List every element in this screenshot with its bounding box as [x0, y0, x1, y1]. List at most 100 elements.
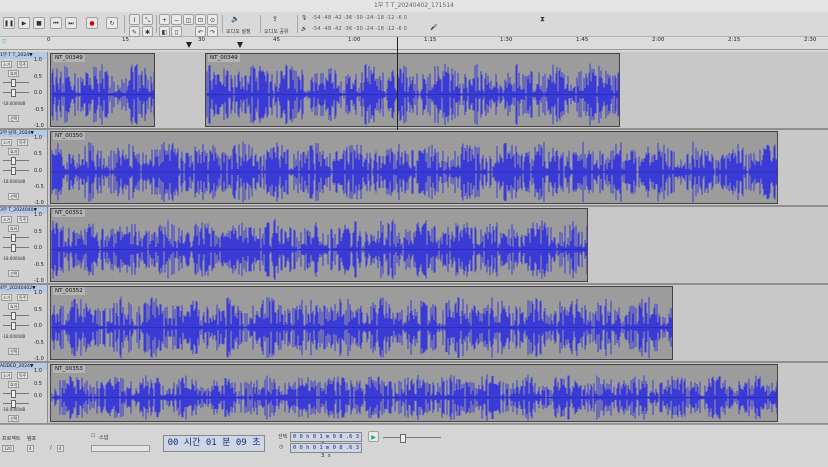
gain-slider[interactable]	[3, 393, 29, 394]
select-track-button[interactable]: 선택	[8, 415, 20, 422]
redo-icon[interactable]: ↷	[207, 26, 218, 37]
clip-name[interactable]: NT_00349	[53, 54, 85, 62]
zoom-out-icon[interactable]: −	[171, 14, 182, 25]
trim-icon[interactable]: ◧	[159, 26, 170, 37]
effects-button[interactable]: 효과	[8, 381, 20, 388]
record-icon[interactable]: ●	[86, 17, 98, 29]
speed-slider-thumb[interactable]	[400, 434, 406, 443]
pan-slider-thumb[interactable]	[11, 322, 16, 330]
audio-track[interactable]: 2부 남자_2024▼ 소거 독주 효과 -18.0000dB 선택 1.0 0.…	[0, 130, 828, 207]
pan-slider[interactable]	[3, 92, 29, 93]
waveform[interactable]	[51, 373, 778, 422]
silence-icon[interactable]: ▯	[171, 26, 182, 37]
effects-button[interactable]: 효과	[8, 303, 20, 310]
gain-slider-thumb[interactable]	[11, 312, 16, 320]
waveform[interactable]	[206, 62, 620, 127]
clip-name[interactable]: NT_00349	[208, 54, 240, 62]
mute-button[interactable]: 소거	[1, 61, 13, 68]
gain-slider-thumb[interactable]	[11, 157, 16, 165]
mute-button[interactable]: 소거	[1, 372, 13, 379]
playback-meter-scale[interactable]: -54 -48 -42 -36 -30 -24 -18 -12 -6 0	[312, 26, 407, 32]
solo-button[interactable]: 독주	[17, 372, 29, 379]
waveform[interactable]	[51, 140, 778, 204]
speed-slider[interactable]	[383, 437, 441, 438]
audio-clip[interactable]: NT_00352	[50, 286, 673, 360]
skip-end-icon[interactable]: ⏭	[65, 17, 77, 29]
tempo-input[interactable]: 120	[2, 445, 14, 452]
audio-clip[interactable]: NT_00351	[50, 208, 588, 282]
gain-slider[interactable]	[3, 237, 29, 238]
skip-start-icon[interactable]: ⏮	[50, 17, 62, 29]
share-audio-button[interactable]: 오디오 공유	[264, 28, 289, 35]
audio-track[interactable]: ADDED_2024▼ 소거 독주 효과 -18.0000dB 선택 1.0 0.…	[0, 363, 828, 425]
track-control-panel[interactable]: 4부_20240402▼ 소거 독주 효과 -18.0000dB 선택 1.0 0…	[0, 285, 48, 362]
playhead-marker-icon[interactable]	[237, 42, 243, 48]
draw-tool-icon[interactable]: ✎	[129, 26, 140, 37]
select-track-button[interactable]: 선택	[8, 115, 20, 122]
gain-slider[interactable]	[3, 160, 29, 161]
waveform[interactable]	[51, 295, 673, 360]
meter-denominator-select[interactable]: 4	[57, 445, 64, 452]
pan-slider[interactable]	[3, 403, 29, 404]
effects-button[interactable]: 효과	[8, 148, 20, 155]
pan-slider-thumb[interactable]	[11, 244, 16, 252]
stop-icon[interactable]: ■	[33, 17, 45, 29]
gain-slider-thumb[interactable]	[11, 390, 16, 398]
waveform[interactable]	[51, 62, 155, 127]
clip-name[interactable]: NT_00350	[53, 132, 85, 140]
snap-checkbox[interactable]: ☐	[91, 433, 95, 439]
pause-icon[interactable]: ❚❚	[3, 17, 15, 29]
mute-button[interactable]: 소거	[1, 294, 13, 301]
audio-clip[interactable]: NT_00353	[50, 364, 778, 422]
track-control-panel[interactable]: 1부 T T_2024▼ 소거 독주 효과 -18.0000dB 선택 1.0 0…	[0, 52, 48, 129]
audio-clip[interactable]: NT_00350	[50, 131, 778, 204]
audio-setup-button[interactable]: 오디오 설정	[226, 28, 251, 35]
effects-button[interactable]: 효과	[8, 70, 20, 77]
speaker-icon[interactable]: 🔈	[231, 15, 240, 23]
audio-clip[interactable]: NT_00349	[205, 53, 620, 127]
solo-button[interactable]: 독주	[17, 139, 29, 146]
record-meter-scale[interactable]: -54 -48 -42 -36 -30 -24 -18 -12 -6 0	[312, 15, 407, 21]
track-control-panel[interactable]: ADDED_2024▼ 소거 독주 효과 -18.0000dB 선택 1.0 0.…	[0, 363, 48, 423]
share-icon[interactable]: ⇪	[272, 15, 278, 23]
solo-button[interactable]: 독주	[17, 216, 29, 223]
track-control-panel[interactable]: 2부 남자_2024▼ 소거 독주 효과 -18.0000dB 선택 1.0 0.…	[0, 130, 48, 206]
selection-start-time[interactable]: 0 0 h 0 1 m 0 8 .6 3 3 s	[290, 432, 362, 448]
pan-slider[interactable]	[3, 325, 29, 326]
audio-clip[interactable]: NT_00349	[50, 53, 155, 127]
timeline-ruler[interactable]: ▽ 0 15 30 45 1:00 1:15 1:30 1:45 2:00 2:…	[0, 37, 828, 50]
monitor-icon[interactable]: ⧗	[540, 15, 545, 24]
track-control-panel[interactable]: 3부 T_2024040▼ 소거 독주 효과 -18.0000dB 선택 1.0…	[0, 207, 48, 284]
time-display[interactable]: 00 시간 01 분 09 초	[163, 435, 265, 452]
clip-name[interactable]: NT_00353	[53, 365, 85, 373]
zoom-in-icon[interactable]: +	[159, 14, 170, 25]
play-icon[interactable]: ▶	[18, 17, 30, 29]
pan-slider-thumb[interactable]	[11, 89, 16, 97]
zoom-selection-icon[interactable]: ◫	[183, 14, 194, 25]
select-tool-icon[interactable]: I	[129, 14, 140, 25]
gain-slider-thumb[interactable]	[11, 234, 16, 242]
undo-icon[interactable]: ↶	[195, 26, 206, 37]
mute-button[interactable]: 소거	[1, 216, 13, 223]
envelope-tool-icon[interactable]: ⤡	[142, 14, 153, 25]
select-track-button[interactable]: 선택	[8, 270, 20, 277]
select-track-button[interactable]: 선택	[8, 348, 20, 355]
zoom-toggle-icon[interactable]: ⊙	[207, 14, 218, 25]
mute-button[interactable]: 소거	[1, 139, 13, 146]
audio-track[interactable]: 3부 T_2024040▼ 소거 독주 효과 -18.0000dB 선택 1.0…	[0, 207, 828, 285]
solo-button[interactable]: 독주	[17, 294, 29, 301]
solo-button[interactable]: 독주	[17, 61, 29, 68]
effects-button[interactable]: 효과	[8, 225, 20, 232]
playhead-line[interactable]	[397, 37, 398, 130]
gain-slider-thumb[interactable]	[11, 79, 16, 87]
zoom-fit-icon[interactable]: ⊡	[195, 14, 206, 25]
selection-end-time[interactable]: 0 0 h 0 1 m 0 8 .6 3 3 s	[290, 443, 362, 459]
clip-name[interactable]: NT_00351	[53, 209, 85, 217]
gain-slider[interactable]	[3, 82, 29, 83]
audio-track[interactable]: 1부 T T_2024▼ 소거 독주 효과 -18.0000dB 선택 1.0 0…	[0, 52, 828, 130]
ruler-arrow-icon[interactable]: ▽	[2, 38, 7, 45]
pan-slider[interactable]	[3, 170, 29, 171]
mic-volume-icon[interactable]: 🎤	[430, 24, 437, 31]
snap-select[interactable]	[91, 445, 150, 452]
waveform[interactable]	[51, 217, 588, 282]
